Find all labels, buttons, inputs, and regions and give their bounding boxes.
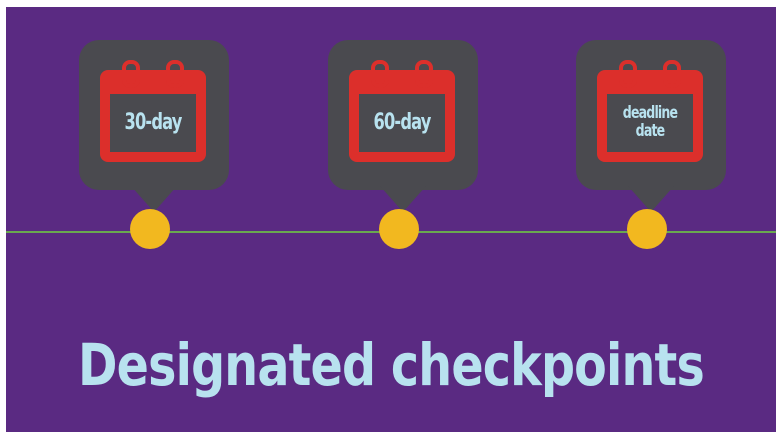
slide-title: Designated checkpoints [78, 331, 705, 399]
checkpoint-label: deadline date [622, 103, 678, 141]
checkpoint-marker-60-day: 60-day [328, 7, 478, 249]
calendar-face: deadline date [607, 94, 693, 152]
checkpoint-marker-deadline: deadline date [576, 7, 726, 249]
calendar-ring-icon [166, 60, 184, 88]
marker-pointer [628, 186, 674, 212]
calendar-face: 30-day [110, 94, 196, 152]
calendar-ring-icon [619, 60, 637, 88]
slide-canvas: 30-day 60-day deadline date Designated c… [6, 7, 776, 432]
calendar-ring-icon [371, 60, 389, 88]
checkpoint-label: 30-day [124, 110, 182, 135]
timeline-dot [379, 209, 419, 249]
calendar-ring-icon [663, 60, 681, 88]
checkpoint-label: 60-day [373, 110, 431, 135]
calendar-icon: 60-day [349, 60, 455, 162]
timeline-dot [627, 209, 667, 249]
timeline-dot [130, 209, 170, 249]
calendar-face: 60-day [359, 94, 445, 152]
calendar-icon: deadline date [597, 60, 703, 162]
checkpoint-marker-30-day: 30-day [79, 7, 229, 249]
calendar-ring-icon [415, 60, 433, 88]
marker-pointer [380, 186, 426, 212]
calendar-ring-icon [122, 60, 140, 88]
calendar-icon: 30-day [100, 60, 206, 162]
marker-pointer [131, 186, 177, 212]
